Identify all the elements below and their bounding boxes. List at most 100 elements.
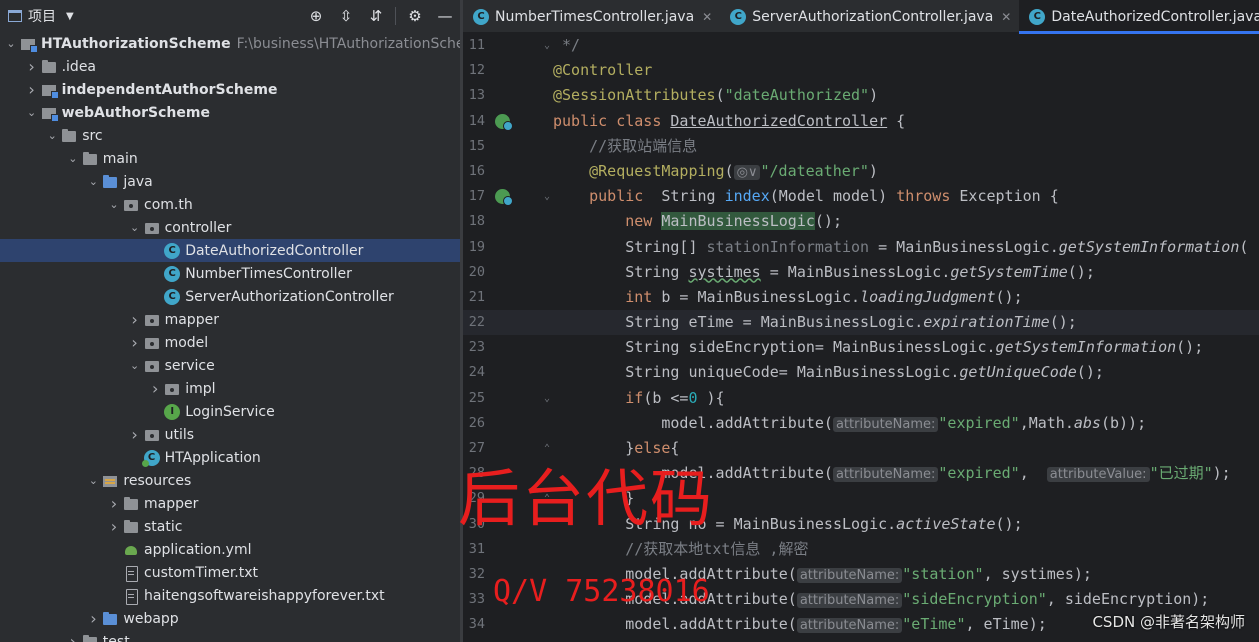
- tree-item[interactable]: › .idea: [0, 55, 460, 78]
- tree-item[interactable]: ›customTimer.txt: [0, 561, 460, 584]
- gear-icon[interactable]: ⚙: [400, 7, 430, 25]
- tree-item[interactable]: › static: [0, 515, 460, 538]
- fold-icon[interactable]: ⌃: [542, 486, 552, 511]
- code-line[interactable]: 19 String[] stationInformation = MainBus…: [463, 235, 1259, 260]
- code-line[interactable]: 33 model.addAttribute(attributeName: "sid…: [463, 587, 1259, 612]
- tree-item[interactable]: › webapp: [0, 607, 460, 630]
- tree-item[interactable]: › independentAuthorScheme: [0, 78, 460, 101]
- code-line[interactable]: 16 @RequestMapping(◎∨ "/dateather"): [463, 159, 1259, 184]
- hide-panel-icon[interactable]: —: [430, 7, 460, 25]
- project-view-selector[interactable]: 项目 ▼: [8, 6, 74, 26]
- tree-item[interactable]: ›CHTApplication: [0, 446, 460, 469]
- chevron-down-icon[interactable]: ⌄: [105, 198, 123, 211]
- tree-item[interactable]: ›CNumberTimesController: [0, 262, 460, 285]
- code-line[interactable]: 11 ⌄ */: [463, 33, 1259, 58]
- tree-item[interactable]: ⌄ service: [0, 354, 460, 377]
- code-line[interactable]: 30 String no = MainBusinessLogic.activeS…: [463, 512, 1259, 537]
- tree-item[interactable]: › model: [0, 331, 460, 354]
- code-text: String no = MainBusinessLogic.activeStat…: [553, 512, 1022, 537]
- tree-item[interactable]: › mapper: [0, 492, 460, 515]
- chevron-right-icon[interactable]: ›: [105, 494, 123, 513]
- tree-item[interactable]: ›ILoginService: [0, 400, 460, 423]
- fold-icon[interactable]: ⌄: [542, 386, 552, 411]
- chevron-right-icon[interactable]: ›: [23, 80, 41, 99]
- code-line[interactable]: 25 ⌄ if(b <=0 ){: [463, 386, 1259, 411]
- chevron-right-icon[interactable]: ›: [126, 310, 144, 329]
- editor-tab[interactable]: C NumberTimesController.java ✕: [463, 0, 720, 33]
- tree-item[interactable]: › test: [0, 630, 460, 642]
- chevron-right-icon[interactable]: ›: [146, 379, 164, 398]
- spring-bean-icon[interactable]: [495, 189, 513, 207]
- chevron-right-icon[interactable]: ›: [23, 57, 41, 76]
- code-line[interactable]: 18 new MainBusinessLogic();: [463, 209, 1259, 234]
- spring-bean-icon[interactable]: [495, 113, 513, 131]
- tree-item[interactable]: ⌄ webAuthorScheme: [0, 101, 460, 124]
- tree-item[interactable]: › impl: [0, 377, 460, 400]
- code-area[interactable]: 11 ⌄ */12 @Controller 13 @SessionAttributes(…: [463, 33, 1259, 642]
- code-token: @Controller: [553, 61, 653, 80]
- tree-item[interactable]: ›CDateAuthorizedController: [0, 239, 460, 262]
- code-line[interactable]: 20 String systimes = MainBusinessLogic.g…: [463, 260, 1259, 285]
- chevron-down-icon[interactable]: ⌄: [43, 129, 61, 142]
- code-text: String sideEncryption= MainBusinessLogic…: [553, 335, 1203, 360]
- code-line[interactable]: 32 model.addAttribute(attributeName: "sta…: [463, 562, 1259, 587]
- tree-item[interactable]: ⌄ src: [0, 124, 460, 147]
- tree-item[interactable]: ⌄ com.th: [0, 193, 460, 216]
- line-number: 25: [468, 389, 485, 406]
- editor-tab[interactable]: C DateAuthorizedController.java: [1019, 0, 1259, 34]
- code-line[interactable]: 31 //获取本地txt信息 ,解密: [463, 537, 1259, 562]
- chevron-down-icon[interactable]: ⌄: [23, 106, 41, 119]
- tree-item[interactable]: › utils: [0, 423, 460, 446]
- tree-item[interactable]: ⌄ java: [0, 170, 460, 193]
- code-line[interactable]: 15 //获取站端信息: [463, 134, 1259, 159]
- chevron-right-icon[interactable]: ›: [84, 609, 102, 628]
- fold-icon[interactable]: ⌄: [542, 184, 552, 209]
- tree-item[interactable]: ›CServerAuthorizationController: [0, 285, 460, 308]
- code-line[interactable]: 12 @Controller: [463, 58, 1259, 83]
- fold-icon[interactable]: ⌄: [542, 33, 552, 58]
- code-line[interactable]: 21 int b = MainBusinessLogic.loadingJudg…: [463, 285, 1259, 310]
- fold-icon[interactable]: ⌃: [542, 436, 552, 461]
- code-line[interactable]: 17 ⌄ public String index(Model model) thr…: [463, 184, 1259, 209]
- tree-item[interactable]: ⌄ resources: [0, 469, 460, 492]
- code-line[interactable]: 14 public class DateAuthorizedController …: [463, 109, 1259, 134]
- tree-item[interactable]: › mapper: [0, 308, 460, 331]
- project-tree: ⌄ HTAuthorizationScheme F:\business\HTAuth…: [0, 32, 460, 642]
- tree-item[interactable]: ›haitengsoftwareishappyforever.txt: [0, 584, 460, 607]
- tree-item[interactable]: ›application.yml: [0, 538, 460, 561]
- code-token: public: [589, 187, 644, 206]
- code-line[interactable]: 24 String uniqueCode= MainBusinessLogic.…: [463, 360, 1259, 385]
- chevron-right-icon[interactable]: ›: [105, 517, 123, 536]
- chevron-right-icon[interactable]: ›: [126, 425, 144, 444]
- collapse-all-icon[interactable]: ⇵: [361, 7, 391, 25]
- code-line[interactable]: 27 ⌃ }else{: [463, 436, 1259, 461]
- line-number: 32: [468, 565, 485, 582]
- code-text: model.addAttribute(attributeName: "expire…: [553, 411, 1146, 437]
- close-icon[interactable]: ✕: [1001, 10, 1011, 24]
- chevron-down-icon[interactable]: ⌄: [84, 474, 102, 487]
- chevron-down-icon[interactable]: ⌄: [126, 221, 144, 234]
- code-line[interactable]: 13 @SessionAttributes("dateAuthorized"): [463, 83, 1259, 108]
- expand-all-icon[interactable]: ⇳: [331, 7, 361, 25]
- chevron-right-icon[interactable]: ›: [126, 333, 144, 352]
- code-token: (b <=: [643, 388, 689, 407]
- code-line[interactable]: 29 ⌃ }: [463, 486, 1259, 511]
- code-line[interactable]: 22 String eTime = MainBusinessLogic.expi…: [463, 310, 1259, 336]
- code-line[interactable]: 28 model.addAttribute(attributeName: "exp…: [463, 461, 1259, 486]
- tree-item[interactable]: ⌄ main: [0, 147, 460, 170]
- parameter-hint: ◎∨: [733, 164, 761, 180]
- code-text: String[] stationInformation = MainBusine…: [553, 235, 1248, 260]
- code-line[interactable]: 23 String sideEncryption= MainBusinessLo…: [463, 335, 1259, 360]
- chevron-down-icon[interactable]: ⌄: [64, 152, 82, 165]
- chevron-right-icon[interactable]: ›: [64, 632, 82, 642]
- code-text: }: [553, 486, 634, 511]
- tree-item[interactable]: ⌄ controller: [0, 216, 460, 239]
- chevron-down-icon[interactable]: ⌄: [2, 37, 20, 50]
- chevron-down-icon[interactable]: ⌄: [84, 175, 102, 188]
- code-line[interactable]: 26 model.addAttribute(attributeName: "exp…: [463, 411, 1259, 436]
- locate-file-icon[interactable]: ⊕: [301, 7, 331, 25]
- chevron-down-icon[interactable]: ⌄: [126, 359, 144, 372]
- editor-tab[interactable]: C ServerAuthorizationController.java ✕: [720, 0, 1019, 33]
- close-icon[interactable]: ✕: [702, 10, 712, 24]
- tree-item[interactable]: ⌄ HTAuthorizationScheme F:\business\HTAuth…: [0, 32, 460, 55]
